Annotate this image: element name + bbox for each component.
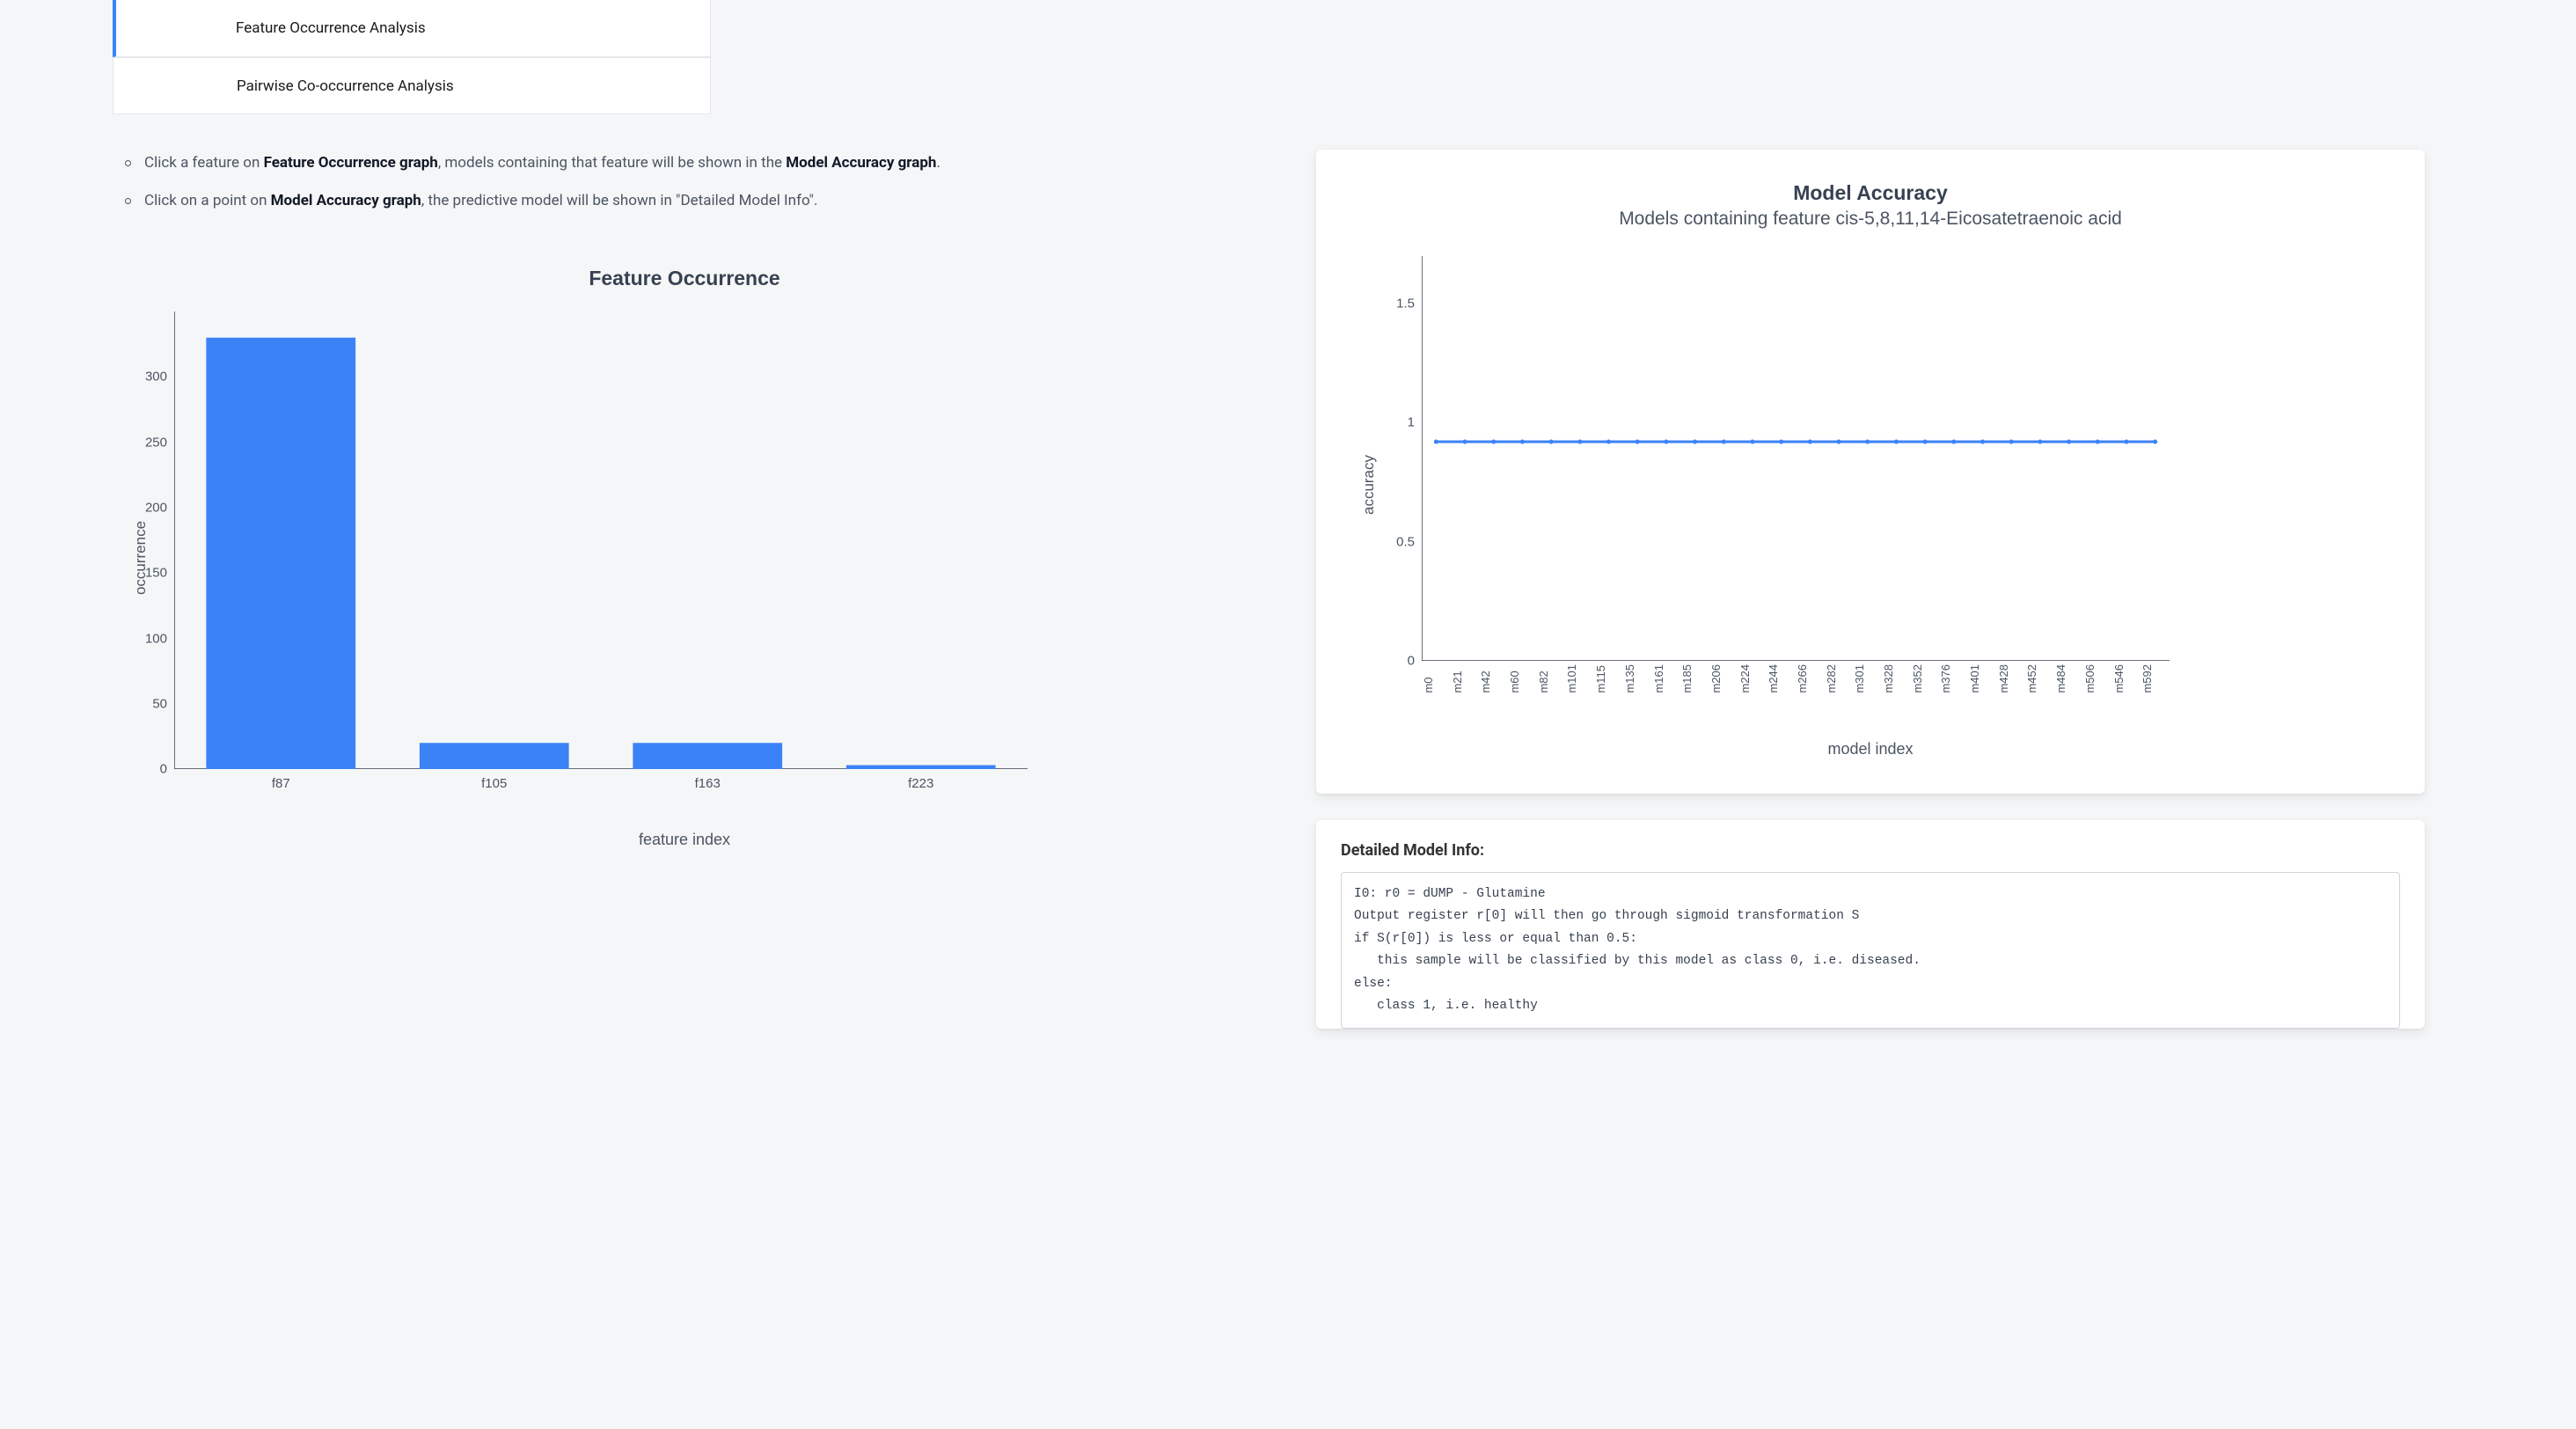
- feature-occurrence-chart: Feature Occurrence occurrence 0501001502…: [113, 267, 1256, 849]
- x-tick: m206: [1709, 664, 1738, 699]
- accuracy-point[interactable]: [1951, 440, 1956, 444]
- y-tick: 0: [1371, 654, 1415, 669]
- accuracy-point[interactable]: [1693, 440, 1697, 444]
- x-tick: m352: [1911, 664, 1940, 699]
- x-tick: m0: [1422, 664, 1451, 699]
- accuracy-point[interactable]: [1520, 440, 1525, 444]
- y-tick: 200: [123, 501, 167, 516]
- x-tick: m224: [1738, 664, 1767, 699]
- detail-title: Detailed Model Info:: [1341, 841, 2400, 860]
- accuracy-point[interactable]: [1779, 440, 1783, 444]
- accuracy-point[interactable]: [2067, 440, 2071, 444]
- x-tick: f223: [815, 776, 1028, 791]
- y-tick: 0: [123, 762, 167, 777]
- accuracy-point[interactable]: [1434, 440, 1438, 444]
- accuracy-point[interactable]: [1865, 440, 1870, 444]
- y-tick: 250: [123, 435, 167, 450]
- instr1-b2: Model Accuracy graph: [786, 154, 936, 172]
- detailed-model-info-panel: Detailed Model Info: I0: r0 = dUMP - Glu…: [1316, 820, 2425, 1029]
- accuracy-point[interactable]: [1750, 440, 1754, 444]
- accuracy-point[interactable]: [1837, 440, 1841, 444]
- y-tick: 1.5: [1371, 297, 1415, 311]
- bar-f87[interactable]: [206, 338, 355, 769]
- accuracy-point[interactable]: [1894, 440, 1899, 444]
- instr1-p2: , models containing that feature will be…: [438, 154, 786, 172]
- accuracy-point[interactable]: [1606, 440, 1611, 444]
- x-tick: m244: [1767, 664, 1796, 699]
- chart-title: Feature Occurrence: [113, 267, 1256, 290]
- x-tick: m376: [1939, 664, 1968, 699]
- instructions-block: Click a feature on Feature Occurrence gr…: [113, 150, 1256, 214]
- instr1-b1: Feature Occurrence graph: [264, 154, 438, 172]
- x-tick: m135: [1623, 664, 1652, 699]
- y-tick: 300: [123, 370, 167, 385]
- x-tick: m266: [1796, 664, 1825, 699]
- x-tick: m282: [1825, 664, 1854, 699]
- x-tick: m428: [1997, 664, 2026, 699]
- x-tick: m60: [1508, 664, 1537, 699]
- chart-title: Model Accuracy: [1351, 181, 2389, 205]
- line-plot-area[interactable]: [1422, 256, 2170, 661]
- bar-f163[interactable]: [633, 743, 782, 769]
- instr1-p1: Click a feature on: [144, 154, 264, 172]
- accuracy-point[interactable]: [1923, 440, 1928, 444]
- accuracy-point[interactable]: [1491, 440, 1496, 444]
- accuracy-point[interactable]: [2124, 440, 2128, 444]
- x-tick: m42: [1479, 664, 1508, 699]
- y-tick: 0.5: [1371, 534, 1415, 549]
- chart-subtitle: Models containing feature cis-5,8,11,14-…: [1351, 209, 2389, 230]
- y-tick: 1: [1371, 415, 1415, 430]
- tabs-container: Feature Occurrence Analysis Pairwise Co-…: [113, 0, 2569, 114]
- detail-code-block: I0: r0 = dUMP - Glutamine Output registe…: [1341, 872, 2400, 1029]
- x-tick: m401: [1968, 664, 1997, 699]
- accuracy-point[interactable]: [1980, 440, 1985, 444]
- y-tick: 100: [123, 631, 167, 646]
- x-tick: m185: [1680, 664, 1709, 699]
- x-axis-label: feature index: [113, 831, 1256, 849]
- x-tick: f163: [601, 776, 815, 791]
- accuracy-point[interactable]: [1577, 440, 1582, 444]
- tab-pairwise-cooccurrence[interactable]: Pairwise Co-occurrence Analysis: [113, 57, 711, 114]
- x-axis-label: model index: [1351, 740, 2389, 758]
- accuracy-point[interactable]: [2153, 440, 2157, 444]
- instr2-b1: Model Accuracy graph: [271, 192, 421, 209]
- instr1-p3: .: [936, 154, 940, 172]
- accuracy-point[interactable]: [1664, 440, 1668, 444]
- bar-plot-area[interactable]: [174, 311, 1028, 769]
- x-tick: m328: [1882, 664, 1911, 699]
- y-tick: 50: [123, 696, 167, 711]
- x-tick: f87: [174, 776, 388, 791]
- x-tick: m82: [1537, 664, 1566, 699]
- x-tick: m452: [2025, 664, 2054, 699]
- accuracy-point[interactable]: [2009, 440, 2014, 444]
- x-tick: m161: [1652, 664, 1681, 699]
- bar-f105[interactable]: [420, 743, 569, 769]
- instr2-p2: , the predictive model will be shown in …: [421, 192, 818, 209]
- y-tick: 150: [123, 566, 167, 581]
- x-tick: m115: [1594, 664, 1623, 699]
- model-accuracy-chart: Model Accuracy Models containing feature…: [1316, 150, 2425, 794]
- x-tick: f105: [388, 776, 602, 791]
- x-tick: m21: [1451, 664, 1480, 699]
- instr2-p1: Click on a point on: [144, 192, 271, 209]
- accuracy-point[interactable]: [1636, 440, 1640, 444]
- accuracy-point[interactable]: [1808, 440, 1812, 444]
- accuracy-point[interactable]: [2096, 440, 2100, 444]
- accuracy-point[interactable]: [1463, 440, 1467, 444]
- accuracy-point[interactable]: [1722, 440, 1726, 444]
- bar-f223[interactable]: [846, 766, 996, 769]
- tab-feature-occurrence[interactable]: Feature Occurrence Analysis: [113, 0, 711, 57]
- x-tick: m592: [2141, 664, 2170, 699]
- x-tick: m506: [2083, 664, 2112, 699]
- accuracy-point[interactable]: [1549, 440, 1554, 444]
- x-tick: m301: [1853, 664, 1882, 699]
- x-tick: m484: [2054, 664, 2083, 699]
- accuracy-point[interactable]: [2038, 440, 2042, 444]
- x-tick: m101: [1565, 664, 1594, 699]
- x-tick: m546: [2112, 664, 2141, 699]
